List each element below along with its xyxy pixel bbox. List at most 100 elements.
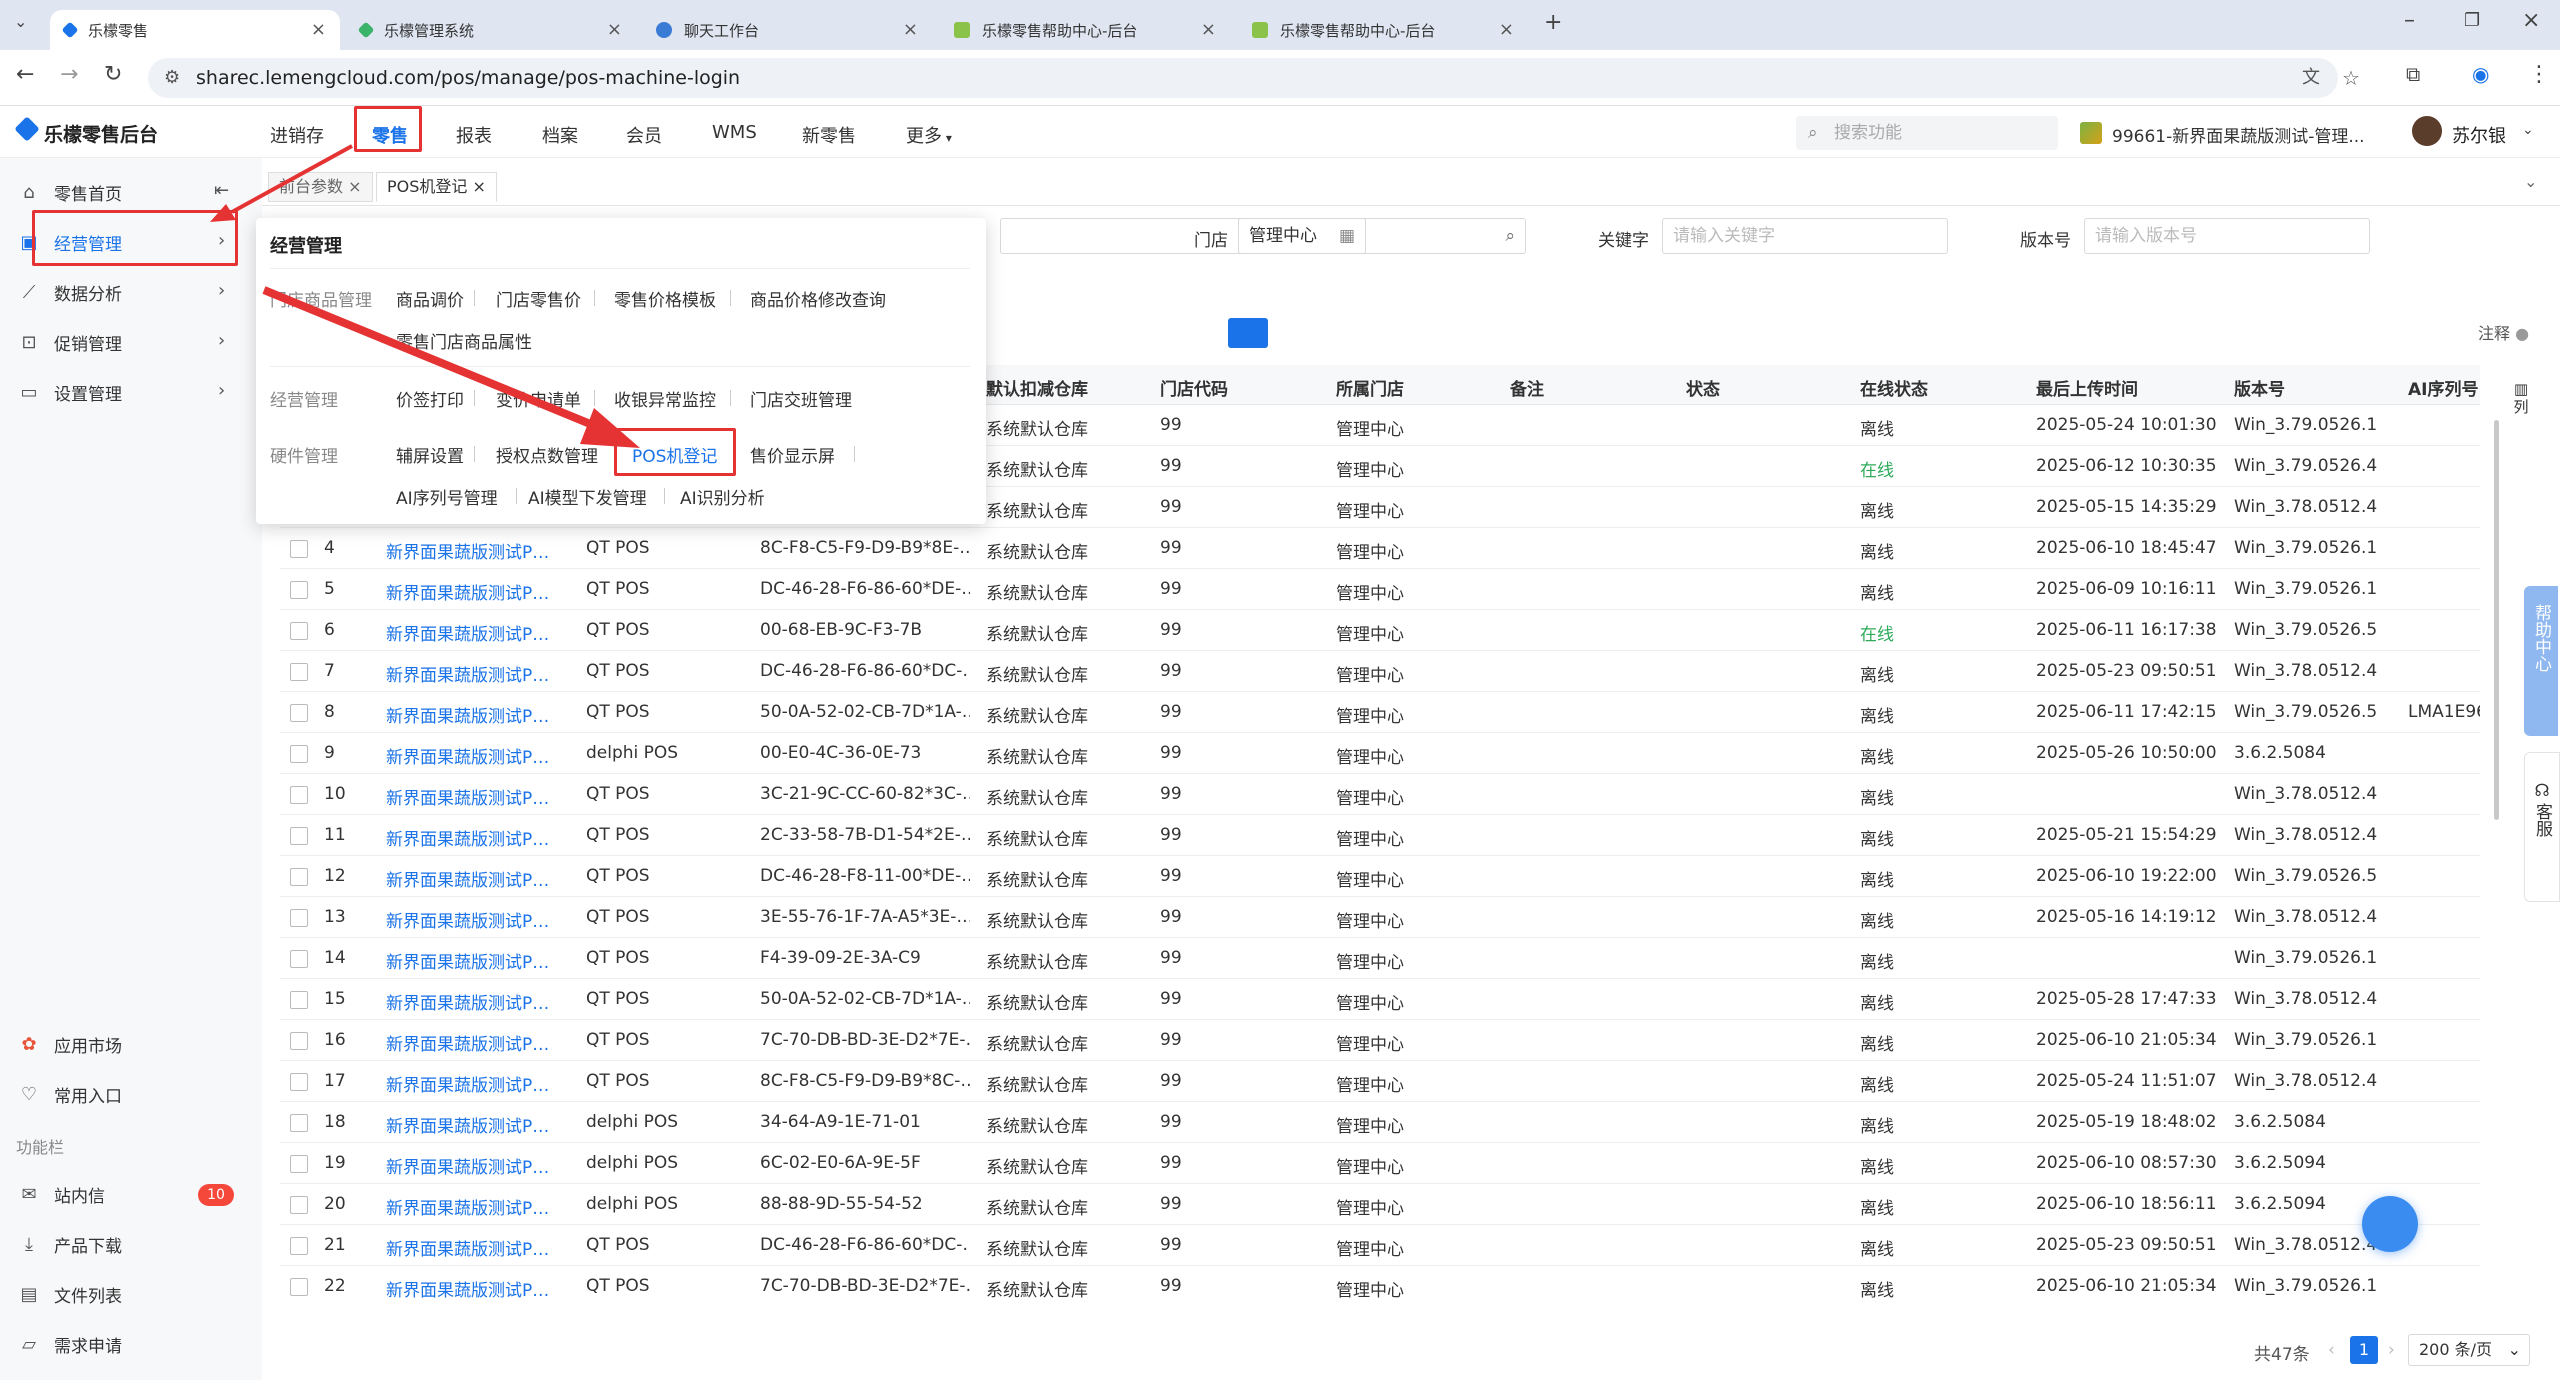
store-filter-input[interactable]: 管理中心 ⌕ <box>1238 218 1526 254</box>
table-row[interactable]: 21 新界面果蔬版测试P… QT POS DC-46-28-F6-86-60*DC-…… <box>280 1225 2480 1266</box>
browser-tab[interactable]: 乐檬零售帮助中心-后台 × <box>1238 10 1528 50</box>
keyword-input[interactable]: 请输入关键字 <box>1662 218 1948 254</box>
close-tab-icon[interactable]: × <box>903 19 918 40</box>
nav-more[interactable]: 更多 ▾ <box>906 122 952 148</box>
table-row[interactable]: 15 新界面果蔬版测试P… QT POS 50-0A-52-02-CB-7D*1A-…… <box>280 979 2480 1020</box>
row-checkbox[interactable] <box>290 745 308 763</box>
restore-icon[interactable]: ❐ <box>2464 10 2480 31</box>
row-checkbox[interactable] <box>290 950 308 968</box>
url-field[interactable]: ⚙ sharec.lemengcloud.com/pos/manage/pos-… <box>148 58 2360 98</box>
forward-icon[interactable]: → <box>60 62 78 87</box>
menu-item-price-adjust[interactable]: 商品调价 <box>396 286 464 311</box>
page-tab-front-params[interactable]: 前台参数 × <box>268 172 373 202</box>
site-info-icon[interactable]: ⚙ <box>164 58 180 98</box>
nav-inventory[interactable]: 进销存 <box>270 122 324 148</box>
menu-item-price-change-query[interactable]: 商品价格修改查询 <box>750 286 886 311</box>
table-row[interactable]: 18 新界面果蔬版测试P… delphi POS 34-64-A9-1E-71-01 系… <box>280 1102 2480 1143</box>
nav-wms[interactable]: WMS <box>712 122 757 143</box>
cell-device-name[interactable]: 新界面果蔬版测试P… <box>386 989 549 1014</box>
nav-reports[interactable]: 报表 <box>456 122 492 148</box>
tabs-more-icon[interactable]: ⌄ <box>2524 172 2537 191</box>
query-button[interactable] <box>1228 318 1268 348</box>
user-chevron-icon[interactable]: ⌄ <box>2522 122 2534 138</box>
close-icon[interactable]: × <box>343 177 361 196</box>
table-row[interactable]: 17 新界面果蔬版测试P… QT POS 8C-F8-C5-F9-D9-B9*8C-…… <box>280 1061 2480 1102</box>
browser-tab-active[interactable]: 乐檬零售 × <box>50 10 340 50</box>
nav-members[interactable]: 会员 <box>626 122 662 148</box>
row-checkbox[interactable] <box>290 786 308 804</box>
next-page-icon[interactable]: › <box>2388 1340 2395 1360</box>
back-icon[interactable]: ← <box>16 62 34 87</box>
browser-tab[interactable]: 乐檬管理系统 × <box>346 10 636 50</box>
menu-item-cashier-monitor[interactable]: 收银异常监控 <box>614 386 716 411</box>
table-row[interactable]: 16 新界面果蔬版测试P… QT POS 7C-70-DB-BD-3E-D2*7E-…… <box>280 1020 2480 1061</box>
cell-device-name[interactable]: 新界面果蔬版测试P… <box>386 661 549 686</box>
page-size-select[interactable]: 200 条/页 ⌄ <box>2408 1334 2530 1366</box>
nav-new-retail[interactable]: 新零售 <box>802 122 856 148</box>
menu-item-shift-management[interactable]: 门店交班管理 <box>750 386 852 411</box>
sidebar-item-analysis[interactable]: ⟋ 数据分析 <box>18 272 122 312</box>
table-row[interactable]: 7 新界面果蔬版测试P… QT POS DC-46-28-F6-86-60*DC-… 系… <box>280 651 2480 692</box>
cell-device-name[interactable]: 新界面果蔬版测试P… <box>386 866 549 891</box>
row-checkbox[interactable] <box>290 1032 308 1050</box>
cell-device-name[interactable]: 新界面果蔬版测试P… <box>386 1276 549 1300</box>
minimize-icon[interactable]: – <box>2404 8 2415 33</box>
translate-icon[interactable]: 文 <box>2302 58 2320 98</box>
cell-device-name[interactable]: 新界面果蔬版测试P… <box>386 1194 549 1219</box>
cell-device-name[interactable]: 新界面果蔬版测试P… <box>386 1071 549 1096</box>
close-icon[interactable]: × <box>467 177 485 196</box>
bookmark-star-icon[interactable]: ☆ <box>2342 58 2360 98</box>
collapse-sidebar-icon[interactable]: ⇤ <box>214 180 229 201</box>
menu-item-ai-analysis[interactable]: AI识别分析 <box>680 484 765 509</box>
customer-service-tab[interactable]: ☊ 客服 <box>2524 752 2560 902</box>
cell-device-name[interactable]: 新界面果蔬版测试P… <box>386 1030 549 1055</box>
help-center-tab[interactable]: 帮助中心 <box>2524 586 2558 736</box>
row-checkbox[interactable] <box>290 1073 308 1091</box>
row-checkbox[interactable] <box>290 991 308 1009</box>
cell-device-name[interactable]: 新界面果蔬版测试P… <box>386 579 549 604</box>
menu-item-price-change-request[interactable]: 变价申请单 <box>496 386 581 411</box>
table-row[interactable]: 8 新界面果蔬版测试P… QT POS 50-0A-52-02-CB-7D*1A-… 系… <box>280 692 2480 733</box>
store-selector[interactable]: 99661-新界面果蔬版测试-管理... <box>2112 122 2365 147</box>
row-checkbox[interactable] <box>290 1155 308 1173</box>
row-checkbox[interactable] <box>290 909 308 927</box>
table-row[interactable]: 6 新界面果蔬版测试P… QT POS 00-68-EB-9C-F3-7B 系统默认仓库… <box>280 610 2480 651</box>
nav-archives[interactable]: 档案 <box>542 122 578 148</box>
note-toggle[interactable]: 注释 ● <box>2478 320 2529 344</box>
page-number[interactable]: 1 <box>2350 1336 2378 1364</box>
table-row[interactable]: 19 新界面果蔬版测试P… delphi POS 6C-02-E0-6A-9E-5F 系… <box>280 1143 2480 1184</box>
row-checkbox[interactable] <box>290 622 308 640</box>
cell-device-name[interactable]: 新界面果蔬版测试P… <box>386 538 549 563</box>
cell-device-name[interactable]: 新界面果蔬版测试P… <box>386 948 549 973</box>
sidebar-item-promotion[interactable]: ⊡ 促销管理 <box>18 322 122 362</box>
row-checkbox[interactable] <box>290 1237 308 1255</box>
table-row[interactable]: 9 新界面果蔬版测试P… delphi POS 00-E0-4C-36-0E-73 系统… <box>280 733 2480 774</box>
sidebar-item-messages[interactable]: ✉ 站内信 <box>18 1174 105 1214</box>
reload-icon[interactable]: ↻ <box>104 62 122 87</box>
row-checkbox[interactable] <box>290 1196 308 1214</box>
table-row[interactable]: 12 新界面果蔬版测试P… QT POS DC-46-28-F8-11-00*DE-…… <box>280 856 2480 897</box>
sidebar-item-settings[interactable]: ▭ 设置管理 <box>18 372 122 412</box>
cell-device-name[interactable]: 新界面果蔬版测试P… <box>386 620 549 645</box>
search-input[interactable]: ⌕ 搜索功能 <box>1796 116 2058 150</box>
table-row[interactable]: 14 新界面果蔬版测试P… QT POS F4-39-09-2E-3A-C9 系统默认仓… <box>280 938 2480 979</box>
version-input[interactable]: 请输入版本号 <box>2084 218 2370 254</box>
close-tab-icon[interactable]: × <box>1499 19 1514 40</box>
menu-item-store-product-attr[interactable]: 零售门店商品属性 <box>396 328 532 353</box>
menu-item-ai-model-dispatch[interactable]: AI模型下发管理 <box>528 484 647 509</box>
sidebar-item-favorites[interactable]: ♡ 常用入口 <box>18 1074 122 1114</box>
sidebar-item-files[interactable]: ▤ 文件列表 <box>18 1274 122 1314</box>
menu-item-label-print[interactable]: 价签打印 <box>396 386 464 411</box>
menu-item-price-display[interactable]: 售价显示屏 <box>750 442 835 467</box>
browser-tab[interactable]: 聊天工作台 × <box>642 10 932 50</box>
row-checkbox[interactable] <box>290 1278 308 1296</box>
close-window-icon[interactable]: × <box>2522 8 2540 33</box>
new-tab-icon[interactable]: + <box>1544 10 1562 35</box>
menu-item-secondary-screen[interactable]: 辅屏设置 <box>396 442 464 467</box>
table-row[interactable]: 5 新界面果蔬版测试P… QT POS DC-46-28-F6-86-60*DE-… 系… <box>280 569 2480 610</box>
cell-device-name[interactable]: 新界面果蔬版测试P… <box>386 1235 549 1260</box>
close-tab-icon[interactable]: × <box>311 19 326 40</box>
browser-menu-icon[interactable]: ⋮ <box>2528 62 2550 87</box>
cell-device-name[interactable]: 新界面果蔬版测试P… <box>386 743 549 768</box>
extensions-icon[interactable]: ⧉ <box>2406 62 2420 86</box>
